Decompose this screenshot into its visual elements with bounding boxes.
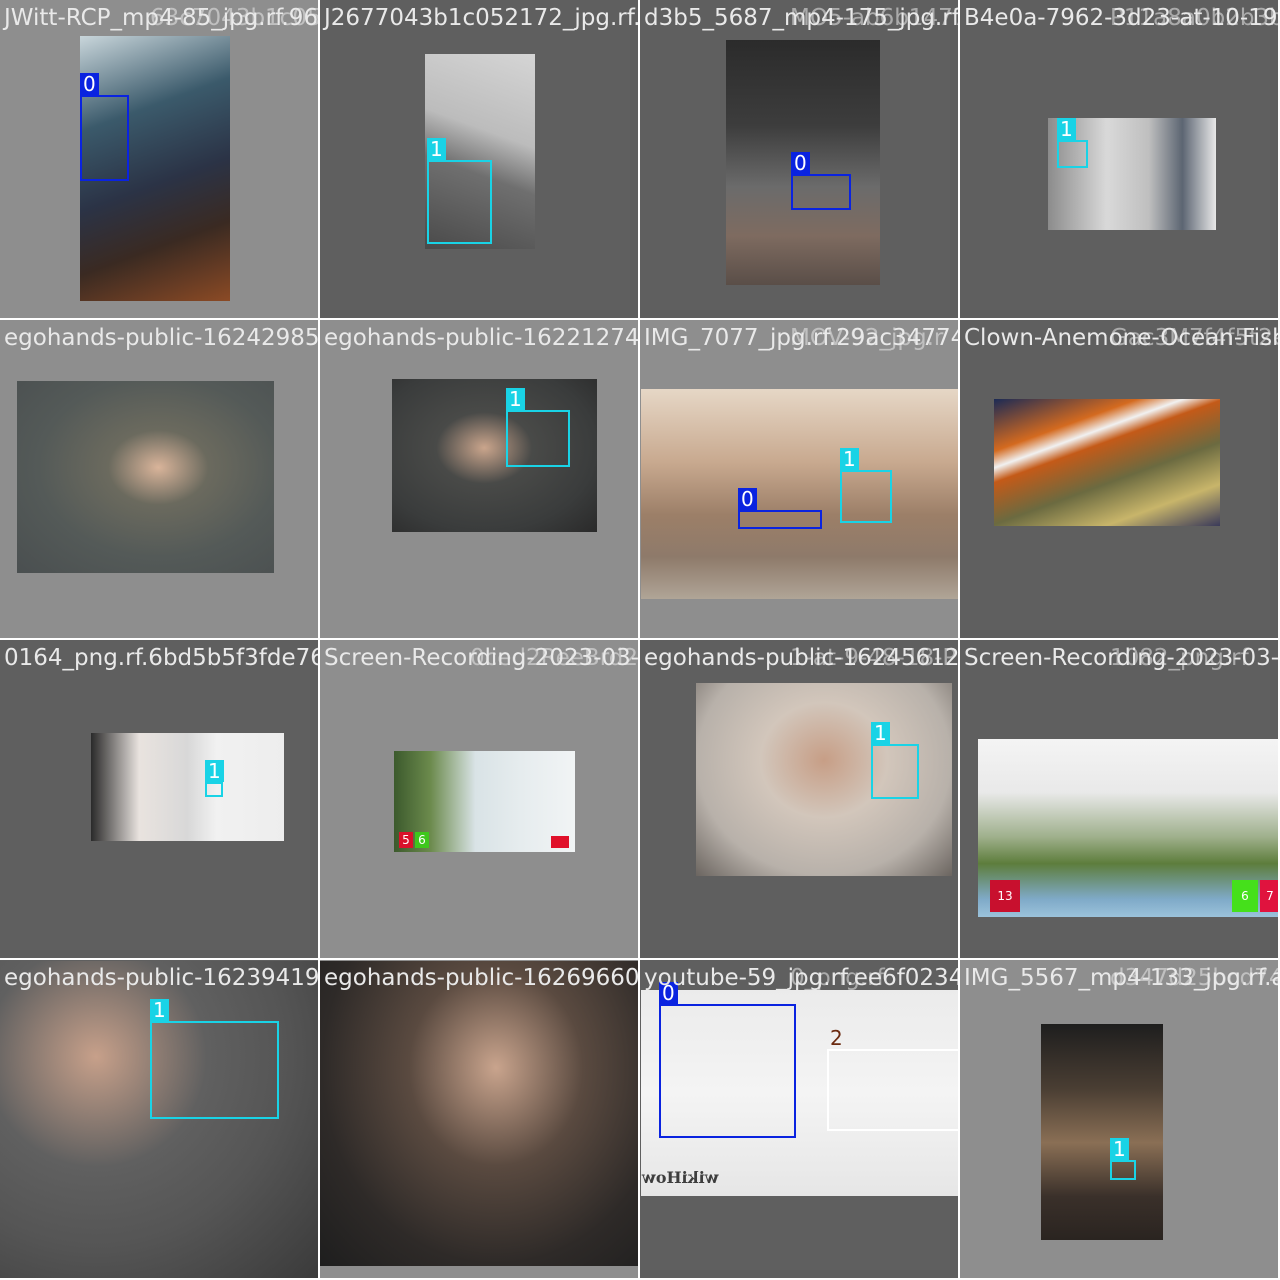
tile-filename: Clown-Anemone-Ocean-Fish-S — [964, 325, 1278, 351]
tile-filename: IMG_7077_jpg.rf.29ac3477457238 — [644, 325, 958, 351]
mosaic-tile: Screen-Recording-2023-03- 1082_png.rf 13 6 7 — [960, 640, 1278, 958]
class-label-tag: 1 — [427, 138, 446, 160]
tile-filename-overlap: 1-at-9-48-18-P — [790, 645, 957, 671]
tile-filename: JWitt-RCP_mp4-85_jpg.rf.96bb — [4, 5, 318, 31]
class-label-tag: 0 — [659, 982, 678, 1004]
mosaic-tile: 0 1 IMG_7077_jpg.rf.29ac3477457238MOV-92_j… — [640, 320, 958, 638]
tile-filename: egohands-public-16242985341004 — [4, 325, 318, 351]
tile-filename-overlap: Gac3M7f4f5t2e8 — [1110, 325, 1278, 351]
bounding-box — [506, 410, 570, 467]
bounding-box — [205, 782, 223, 797]
class-label-tag: 1 — [150, 999, 169, 1021]
mosaic-tile: 0 d3b5_5687_mp4-175_jpg.rf.cMO5-ab6b14774… — [640, 0, 958, 318]
bounding-box — [659, 1004, 796, 1138]
counter-badge: 13 — [990, 880, 1020, 912]
tile-filename: 0164_png.rf.6bd5b5f3fde76096 — [4, 645, 318, 671]
mosaic-tile: 1egohands-public-16239419069 — [0, 960, 318, 1278]
score-badge: 6 — [415, 832, 429, 848]
mosaic-tile: egohands-public-16242985341004 — [0, 320, 318, 638]
mosaic-tile: 1 0164_png.rf.6bd5b5f3fde76096 — [0, 640, 318, 958]
tile-filename: Screen-Recording-2023-03-1 — [324, 645, 638, 671]
score-badge: 5 — [399, 832, 413, 848]
bounding-box — [427, 160, 492, 244]
tile-filename: J2677043b1c052172_jpg.rf.d — [324, 5, 638, 31]
mosaic-tile: 0 2 youtube-59_jpg.rf.ee6f0234c 0_png.rfwik… — [640, 960, 958, 1278]
class-label-tag: 2 — [830, 1026, 843, 1050]
mosaic-tile: 1 egohands-public-162212740706_7077 — [320, 320, 638, 638]
class-label-tag: 1 — [506, 388, 525, 410]
tile-filename: Screen-Recording-2023-03- — [964, 645, 1278, 671]
mosaic-tile: 1 egohands-public-162456129161-at-9-48-18… — [640, 640, 958, 958]
tile-filename-overlap: d347d25bcd7419 — [1110, 965, 1278, 991]
class-label-tag: 1 — [1057, 118, 1076, 140]
bounding-box — [827, 1049, 958, 1131]
tile-filename-overlap: 1082_png.rf — [1110, 645, 1249, 671]
tile-photo — [994, 399, 1220, 526]
watermark-text: wikiHow — [642, 1168, 719, 1187]
mosaic-tile: Clown-Anemone-Ocean-Fish-SGac3M7f4f5t2e8 — [960, 320, 1278, 638]
tile-photo — [1041, 1024, 1163, 1240]
tile-photo — [91, 733, 284, 841]
bounding-box — [150, 1021, 279, 1119]
video-icon — [551, 836, 569, 848]
mosaic-tile: egohands-public-162696606259 — [320, 960, 638, 1278]
class-label-tag: 0 — [738, 488, 757, 510]
tile-filename: d3b5_5687_mp4-175_jpg.rf.c — [644, 5, 958, 31]
class-label-tag: 1 — [205, 760, 224, 782]
class-label-tag: 1 — [840, 448, 859, 470]
score-badge: 6 — [1232, 880, 1258, 912]
mosaic-tile: Screen-Recording-2023-03-10ced2ReeBrd2ng… — [320, 640, 638, 958]
mosaic-tile: 1 IMG_5567_mp4-133_jpg.rf.ad347d25bcd7419 — [960, 960, 1278, 1278]
class-label-tag: 1 — [871, 722, 890, 744]
tile-photo — [641, 389, 958, 599]
bounding-box — [871, 744, 919, 799]
tile-photo — [17, 381, 274, 573]
mosaic-tile: 1 J2677043b1c052172_jpg.rf.d — [320, 0, 638, 318]
class-label-tag: 1 — [1110, 1138, 1129, 1160]
mosaic-tile: 1 B4e0a-7962-3d23-at-10-19-AP11a8a0b2b3b2… — [960, 0, 1278, 318]
mosaic-tile: 0 JWitt-RCP_mp4-85_jpg.rf.96bb 63c7043b1c0… — [0, 0, 318, 318]
tile-filename-overlap: MO5-ab6b1477431 — [790, 5, 958, 31]
tile-filename: IMG_5567_mp4-133_jpg.rf.a — [964, 965, 1278, 991]
bounding-box — [738, 510, 822, 529]
bounding-box — [791, 174, 851, 210]
tile-filename: egohands-public-162212740706_7077 — [324, 325, 638, 351]
tile-photo — [320, 961, 638, 1266]
class-label-tag: 0 — [791, 152, 810, 174]
score-badge: 7 — [1260, 880, 1278, 912]
tile-filename: egohands-public-16245612916 — [644, 645, 958, 671]
tile-filename: B4e0a-7962-3d23-at-10-19-A — [964, 5, 1278, 31]
bounding-box — [1057, 140, 1088, 168]
mosaic-grid: 0 JWitt-RCP_mp4-85_jpg.rf.96bb 63c7043b1c0… — [0, 0, 1280, 1280]
tile-filename-overlap: 0ced2ReeBrd2ng — [470, 645, 638, 671]
tile-filename-overlap: P11a8a0b2b3b2a2 — [1110, 5, 1278, 31]
tile-filename-overlap: 63c7043b1c052 — [150, 5, 318, 31]
tile-filename-overlap: MOV-92_jpg.r — [790, 325, 944, 351]
bounding-box — [840, 470, 892, 523]
class-label-tag: 0 — [80, 73, 99, 95]
bounding-box — [1110, 1160, 1136, 1180]
bounding-box — [80, 95, 129, 181]
tile-filename-overlap: 0_png.rf — [790, 965, 885, 991]
tile-filename: youtube-59_jpg.rf.ee6f0234c — [644, 965, 958, 991]
